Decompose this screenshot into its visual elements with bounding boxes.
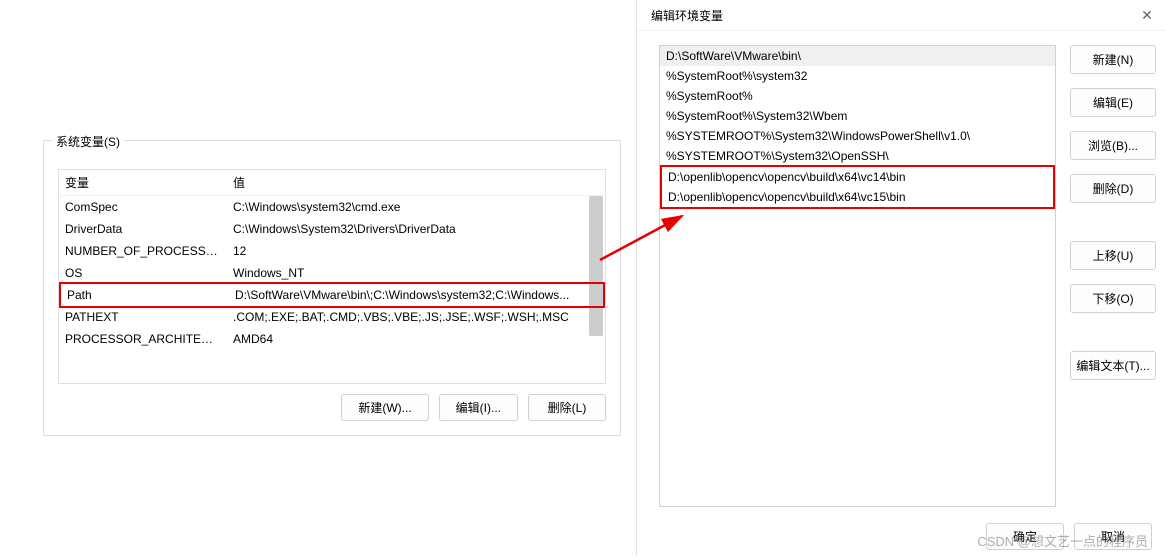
cell-variable: Path	[61, 286, 229, 304]
dialog-titlebar: 编辑环境变量 ✕	[637, 0, 1166, 31]
edit-path-button[interactable]: 编辑(E)	[1070, 88, 1156, 117]
edit-text-button[interactable]: 编辑文本(T)...	[1070, 351, 1156, 380]
table-row[interactable]: PathD:\SoftWare\VMware\bin\;C:\Windows\s…	[59, 282, 605, 308]
table-row[interactable]: OSWindows_NT	[59, 262, 605, 284]
list-item[interactable]: D:\openlib\opencv\opencv\build\x64\vc15\…	[662, 187, 1053, 207]
dialog-side-buttons: 新建(N) 编辑(E) 浏览(B)... 删除(D) 上移(U) 下移(O) 编…	[1070, 45, 1156, 507]
cell-value: Windows_NT	[227, 264, 605, 282]
list-item[interactable]: %SYSTEMROOT%\System32\WindowsPowerShell\…	[660, 126, 1055, 146]
cell-variable: DriverData	[59, 220, 227, 238]
cell-value: D:\SoftWare\VMware\bin\;C:\Windows\syste…	[229, 286, 603, 304]
cell-variable: ComSpec	[59, 198, 227, 216]
column-header-variable[interactable]: 变量	[59, 170, 227, 195]
column-header-value[interactable]: 值	[227, 170, 605, 195]
cancel-button[interactable]: 取消	[1074, 523, 1152, 550]
list-item[interactable]: %SYSTEMROOT%\System32\OpenSSH\	[660, 146, 1055, 166]
dialog-footer: 确定 取消	[637, 517, 1166, 560]
edit-env-dialog: 编辑环境变量 ✕ D:\SoftWare\VMware\bin\%SystemR…	[636, 0, 1166, 556]
cell-value: C:\Windows\system32\cmd.exe	[227, 198, 605, 216]
table-row[interactable]: DriverDataC:\Windows\System32\Drivers\Dr…	[59, 218, 605, 240]
list-item[interactable]: D:\openlib\opencv\opencv\build\x64\vc14\…	[662, 167, 1053, 187]
cell-variable: PROCESSOR_ARCHITECT...	[59, 330, 227, 348]
cell-variable: PATHEXT	[59, 308, 227, 326]
ok-button[interactable]: 确定	[986, 523, 1064, 550]
table-row[interactable]: NUMBER_OF_PROCESSORS12	[59, 240, 605, 262]
table-row[interactable]: PROCESSOR_ARCHITECT...AMD64	[59, 328, 605, 350]
new-button[interactable]: 新建(W)...	[341, 394, 428, 421]
cell-value: 12	[227, 242, 605, 260]
move-down-button[interactable]: 下移(O)	[1070, 284, 1156, 313]
cell-variable: NUMBER_OF_PROCESSORS	[59, 242, 227, 260]
system-variables-buttons: 新建(W)... 编辑(I)... 删除(L)	[58, 394, 606, 421]
edit-button[interactable]: 编辑(I)...	[439, 394, 518, 421]
annotation-highlight: D:\openlib\opencv\opencv\build\x64\vc14\…	[660, 165, 1055, 209]
list-item[interactable]: %SystemRoot%	[660, 86, 1055, 106]
group-label-system-variables: 系统变量(S)	[52, 133, 124, 150]
list-item[interactable]: %SystemRoot%\system32	[660, 66, 1055, 86]
delete-button[interactable]: 删除(L)	[528, 394, 606, 421]
delete-path-button[interactable]: 删除(D)	[1070, 174, 1156, 203]
cell-variable: OS	[59, 264, 227, 282]
list-item[interactable]: D:\SoftWare\VMware\bin\	[660, 46, 1055, 66]
cell-value: C:\Windows\System32\Drivers\DriverData	[227, 220, 605, 238]
list-item[interactable]: %SystemRoot%\System32\Wbem	[660, 106, 1055, 126]
browse-button[interactable]: 浏览(B)...	[1070, 131, 1156, 160]
path-list[interactable]: D:\SoftWare\VMware\bin\%SystemRoot%\syst…	[659, 45, 1056, 507]
system-variables-table: 变量 值 ComSpecC:\Windows\system32\cmd.exeD…	[58, 169, 606, 384]
cell-value: .COM;.EXE;.BAT;.CMD;.VBS;.VBE;.JS;.JSE;.…	[227, 308, 605, 326]
dialog-title: 编辑环境变量	[651, 7, 723, 24]
new-path-button[interactable]: 新建(N)	[1070, 45, 1156, 74]
close-icon[interactable]: ✕	[1138, 6, 1156, 24]
system-variables-panel: 变量 值 ComSpecC:\Windows\system32\cmd.exeD…	[43, 140, 621, 436]
move-up-button[interactable]: 上移(U)	[1070, 241, 1156, 270]
table-row[interactable]: PATHEXT.COM;.EXE;.BAT;.CMD;.VBS;.VBE;.JS…	[59, 306, 605, 328]
scrollbar-thumb[interactable]	[589, 196, 603, 336]
table-row[interactable]: ComSpecC:\Windows\system32\cmd.exe	[59, 196, 605, 218]
cell-value: AMD64	[227, 330, 605, 348]
table-header: 变量 值	[59, 170, 605, 196]
